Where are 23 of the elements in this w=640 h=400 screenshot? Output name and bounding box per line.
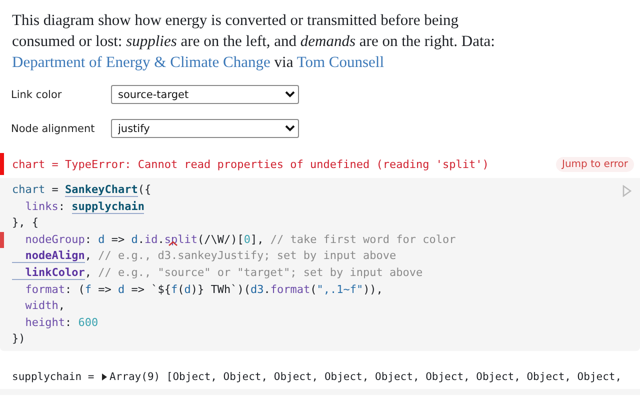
- input-label: Link color: [11, 88, 63, 100]
- code-line: }, {: [12, 216, 38, 230]
- array-value[interactable]: Array(9) [Object, Object, Object, Object, Object, Object, Object, Object, Object,: [110, 370, 622, 383]
- intro-paragraph: This diagram show how energy is converted or transmitted before being consumed or lost: supplies are on the left, and demands are on the right. Data: Department of Energy & Climate Change via Tom Counsell: [12, 11, 496, 73]
- error-marker: [0, 153, 4, 175]
- code-line: height: 600: [24, 316, 98, 329]
- jump-to-error-button[interactable]: Jump to error: [556, 156, 634, 172]
- source-link[interactable]: Tom Counsell: [296, 54, 384, 71]
- code-line: width,: [24, 299, 65, 312]
- code-line: chart = SankeyChart({: [12, 183, 152, 197]
- code-line: format: (f => d => `${f(d)} TWh`)(d3.format(",.1~f")),: [24, 282, 383, 296]
- expand-icon[interactable]: [100, 372, 108, 381]
- code-line: nodeGroup: d => d.id.split(/\W/)[0], // take first word for color: [24, 232, 456, 246]
- input-label: Node alignment: [11, 122, 96, 134]
- error-message: chart = TypeError: Cannot read properties of undefined (reading 'split'): [12, 158, 490, 170]
- variable-name: supplychain =: [12, 370, 96, 383]
- select-field[interactable]: source-target: [111, 85, 299, 104]
- code-line: links: supplychain: [24, 200, 144, 214]
- code-line: }): [12, 332, 26, 346]
- code-line: linkColor, // e.g., "source" or "target"; set by input above: [12, 266, 423, 280]
- source-link[interactable]: Department of Energy & Climate Change: [12, 54, 270, 71]
- select-field[interactable]: justify: [111, 119, 299, 138]
- code-line: nodeAlign, // e.g., d3.sankeyJustify; set by input above: [12, 249, 396, 264]
